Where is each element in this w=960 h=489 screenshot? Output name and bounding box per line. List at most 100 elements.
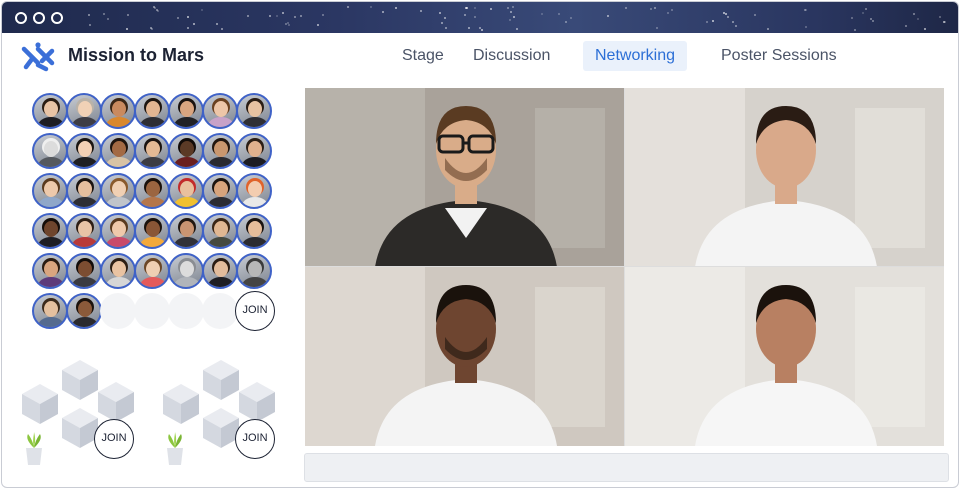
empty-seat[interactable] [168, 293, 204, 329]
avatar-face [248, 221, 262, 237]
titlebar-star [606, 15, 609, 18]
participant-avatar[interactable] [168, 213, 204, 249]
window-dot-icon[interactable] [15, 12, 27, 24]
avatar-body [208, 197, 234, 207]
seat-cube-icon[interactable] [201, 406, 241, 455]
participant-avatar[interactable] [32, 173, 68, 209]
tab-discussion[interactable]: Discussion [461, 41, 562, 71]
titlebar-star [369, 5, 372, 8]
participant-avatar[interactable] [168, 173, 204, 209]
participant-avatar[interactable] [236, 133, 272, 169]
participant-avatar[interactable] [236, 213, 272, 249]
titlebar-star [465, 6, 468, 9]
titlebar-star [443, 17, 446, 20]
titlebar-star [186, 27, 189, 30]
tab-networking[interactable]: Networking [583, 41, 688, 71]
participant-avatar[interactable] [100, 173, 136, 209]
titlebar-star [439, 12, 442, 15]
video-grid [305, 88, 944, 446]
participant-avatar[interactable] [100, 133, 136, 169]
empty-seat[interactable] [134, 293, 170, 329]
titlebar-star [187, 16, 190, 19]
participant-avatar[interactable] [236, 173, 272, 209]
participant-avatar[interactable] [100, 253, 136, 289]
participant-avatar[interactable] [202, 253, 238, 289]
seat-cube-icon[interactable] [161, 382, 201, 431]
tab-stage[interactable]: Stage [390, 41, 456, 71]
join-small-table-2-button[interactable]: JOIN [235, 419, 275, 459]
video-tile[interactable] [305, 267, 624, 446]
participant-avatar[interactable] [202, 173, 238, 209]
participant-avatar[interactable] [236, 253, 272, 289]
titlebar-star [246, 15, 249, 18]
participant-avatar[interactable] [32, 293, 68, 329]
empty-seat[interactable] [100, 293, 136, 329]
titlebar-star [394, 6, 397, 9]
participant-avatar[interactable] [134, 253, 170, 289]
participant-avatar[interactable] [66, 173, 102, 209]
participant-avatar[interactable] [134, 133, 170, 169]
titlebar-star [490, 8, 493, 11]
titlebar-star [754, 13, 757, 16]
participant-avatar[interactable] [202, 93, 238, 129]
join-main-table-button[interactable]: JOIN [235, 291, 275, 331]
participant-avatar[interactable] [66, 253, 102, 289]
avatar-face [248, 101, 262, 117]
avatar-body [174, 117, 200, 127]
participant-avatar[interactable] [202, 213, 238, 249]
titlebar-star [300, 15, 303, 18]
participant-avatar[interactable] [168, 133, 204, 169]
chat-input-bar[interactable] [304, 453, 949, 482]
avatar-face [146, 221, 160, 237]
seat-cube-icon[interactable] [60, 406, 100, 455]
avatar-face [180, 181, 194, 197]
titlebar-star [88, 13, 91, 16]
participant-avatar[interactable] [32, 213, 68, 249]
participant-avatar[interactable] [134, 213, 170, 249]
avatar-face [44, 301, 58, 317]
participant-avatar[interactable] [66, 93, 102, 129]
small-table-2 [157, 356, 297, 466]
window-dot-icon[interactable] [33, 12, 45, 24]
avatar-face [112, 261, 126, 277]
titlebar-star [506, 6, 509, 9]
join-small-table-1-button[interactable]: JOIN [94, 419, 134, 459]
tab-poster-sessions[interactable]: Poster Sessions [709, 41, 849, 71]
titlebar-star [284, 23, 287, 26]
titlebar-star [151, 28, 154, 31]
video-tile[interactable] [624, 88, 944, 266]
avatar-body [106, 277, 132, 287]
participant-avatar[interactable] [32, 93, 68, 129]
titlebar-star [943, 21, 946, 24]
participant-avatar[interactable] [168, 253, 204, 289]
video-tile[interactable] [624, 267, 944, 446]
participant-avatar[interactable] [66, 213, 102, 249]
mission-logo-icon[interactable] [18, 41, 58, 73]
empty-seat[interactable] [202, 293, 238, 329]
video-tile[interactable] [305, 88, 624, 266]
seat-cube-icon[interactable] [20, 382, 60, 431]
titlebar-star [200, 9, 203, 12]
avatar-body [242, 117, 268, 127]
participant-avatar[interactable] [66, 133, 102, 169]
avatar-face [248, 261, 262, 277]
participant-avatar[interactable] [202, 133, 238, 169]
participant-avatar[interactable] [66, 293, 102, 329]
titlebar-star [322, 13, 325, 16]
participant-avatar[interactable] [32, 133, 68, 169]
participant-avatar[interactable] [100, 213, 136, 249]
avatar-face [44, 261, 58, 277]
participant-avatar[interactable] [100, 93, 136, 129]
window-dot-icon[interactable] [51, 12, 63, 24]
seat-cube-icon[interactable] [201, 358, 241, 407]
participant-avatar[interactable] [168, 93, 204, 129]
participant-avatar[interactable] [134, 93, 170, 129]
participant-avatar[interactable] [134, 173, 170, 209]
avatar-body [242, 277, 268, 287]
seat-cube-icon[interactable] [60, 358, 100, 407]
avatar-body [38, 277, 64, 287]
avatar-body [140, 117, 166, 127]
participant-avatar[interactable] [32, 253, 68, 289]
participant-avatar[interactable] [236, 93, 272, 129]
avatar-face [146, 261, 160, 277]
